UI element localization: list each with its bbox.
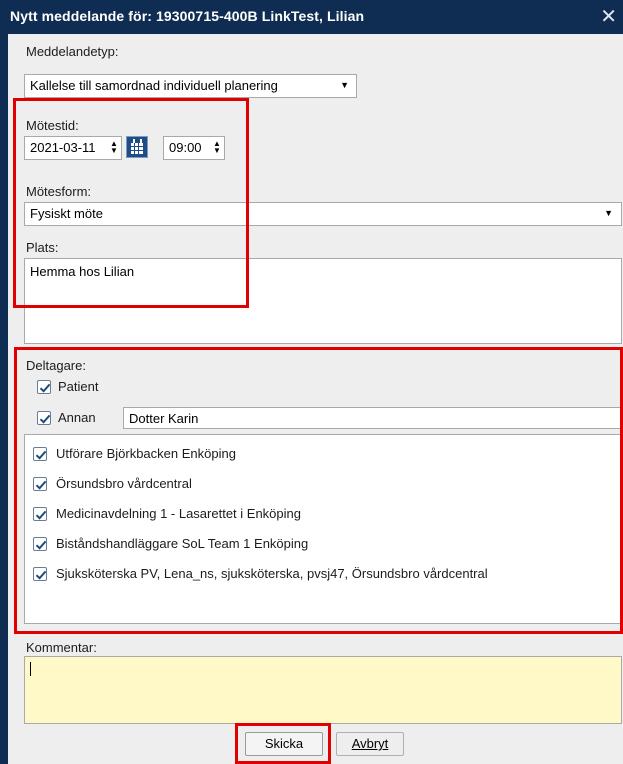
participant-checkbox[interactable] [33, 447, 47, 461]
window-titlebar: Nytt meddelande för: 19300715-400B LinkT… [0, 0, 623, 34]
other-participant-value: Dotter Karin [129, 411, 199, 426]
checkmark-icon [35, 540, 47, 550]
patient-label: Patient [58, 379, 99, 394]
checkmark-icon [35, 450, 47, 460]
place-label: Plats: [26, 240, 59, 255]
date-value: 2021-03-11 [30, 140, 96, 155]
participant-checkbox[interactable] [33, 567, 47, 581]
date-spinner-icon[interactable]: ▲ ▼ [110, 140, 118, 155]
participant-item: Medicinavdelning 1 - Lasarettet i Enköpi… [56, 506, 301, 521]
cancel-button[interactable]: Avbryt [336, 732, 404, 756]
checkmark-icon [35, 480, 47, 490]
date-input[interactable]: 2021-03-11 ▲ ▼ [24, 136, 122, 160]
participants-label: Deltagare: [26, 358, 86, 373]
meeting-form-label: Mötesform: [26, 184, 92, 199]
participant-item: Utförare Björkbacken Enköping [56, 446, 236, 461]
window-frame [0, 34, 8, 764]
other-checkbox[interactable] [37, 411, 51, 425]
other-participant-input[interactable]: Dotter Karin [123, 407, 622, 429]
checkmark-icon [39, 383, 51, 393]
message-type-dropdown[interactable]: Kallelse till samordnad individuell plan… [24, 74, 357, 98]
meeting-form-value: Fysiskt möte [30, 206, 103, 221]
comment-textarea[interactable] [24, 656, 622, 724]
comment-label: Kommentar: [26, 640, 97, 655]
time-spinner-icon[interactable]: ▲ ▼ [213, 140, 221, 155]
checkmark-icon [39, 414, 51, 424]
participant-list [24, 434, 622, 624]
chevron-down-icon: ▼ [604, 208, 613, 218]
time-value: 09:00 [169, 140, 202, 155]
other-label: Annan [58, 410, 96, 425]
calendar-icon[interactable] [126, 136, 148, 158]
checkmark-icon [35, 510, 47, 520]
time-input[interactable]: 09:00 ▲ ▼ [163, 136, 225, 160]
checkmark-icon [35, 570, 47, 580]
participant-checkbox[interactable] [33, 477, 47, 491]
participant-item: Biståndshandläggare SoL Team 1 Enköping [56, 536, 309, 551]
participant-item: Sjuksköterska PV, Lena_ns, sjuksköterska… [56, 566, 488, 581]
window-title: Nytt meddelande för: 19300715-400B LinkT… [10, 8, 365, 24]
send-button[interactable]: Skicka [245, 732, 323, 756]
participant-checkbox[interactable] [33, 507, 47, 521]
meeting-form-dropdown[interactable]: Fysiskt möte ▼ [24, 202, 622, 226]
patient-checkbox[interactable] [37, 380, 51, 394]
chevron-down-icon: ▼ [340, 80, 349, 90]
message-type-value: Kallelse till samordnad individuell plan… [30, 78, 278, 93]
text-cursor [30, 662, 31, 676]
place-value: Hemma hos Lilian [30, 264, 135, 279]
participant-checkbox[interactable] [33, 537, 47, 551]
participant-item: Örsundsbro vårdcentral [56, 476, 192, 491]
place-textarea[interactable]: Hemma hos Lilian [24, 258, 622, 344]
message-type-label: Meddelandetyp: [26, 44, 119, 59]
close-icon[interactable]: ✕ [600, 4, 617, 29]
meeting-time-label: Mötestid: [26, 118, 79, 133]
